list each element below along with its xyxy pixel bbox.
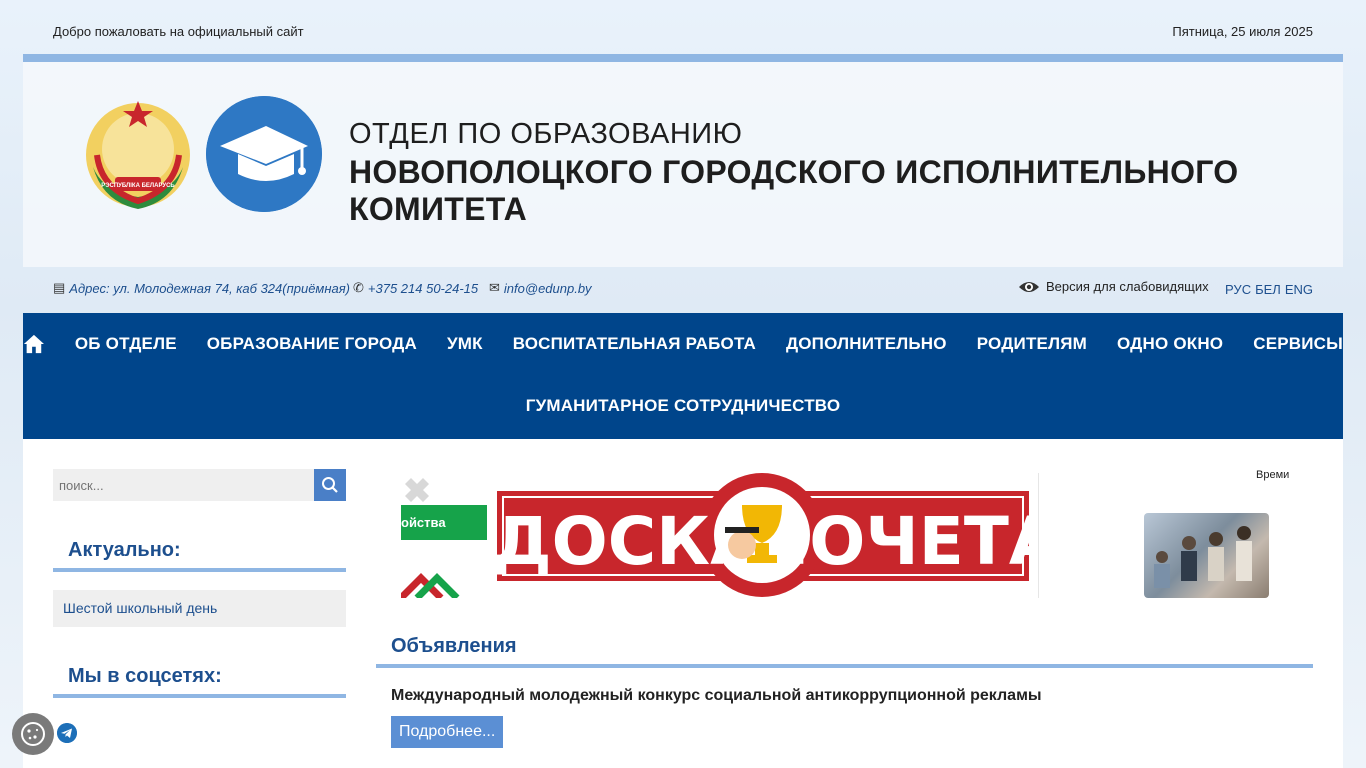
language-switcher: РУС БЕЛ ENG [1225,282,1313,297]
top-bar: Добро пожаловать на официальный сайт Пят… [53,24,1313,42]
emblem-text: РЭСПУБЛІКА БЕЛАРУСЬ [101,183,175,189]
visually-impaired-label[interactable]: Версия для слабовидящих [1046,279,1209,294]
announcement-title[interactable]: Международный молодежный конкурс социаль… [391,687,1042,705]
envelope-icon: ✉ [489,280,500,295]
nav-one-window[interactable]: ОДНО ОКНО [1117,334,1223,354]
phone-icon: ✆ [353,280,364,295]
students-photo-image [1154,526,1252,588]
main-nav: ОБ ОТДЕЛЕ ОБРАЗОВАНИЕ ГОРОДА УМК ВОСПИТА… [23,313,1343,439]
banner-slider: ойства ДОСКА ПОЧЕТА Времи [401,469,1311,598]
visually-impaired-link[interactable]: Версия для слабовидящих [1018,279,1209,294]
nav-row-1: ОБ ОТДЕЛЕ ОБРАЗОВАНИЕ ГОРОДА УМК ВОСПИТА… [23,333,1343,355]
doska-left-text: ДОСКА [497,503,761,580]
home-icon[interactable] [23,333,45,355]
current-date: Пятница, 25 июля 2025 [1172,24,1313,39]
nav-city-education[interactable]: ОБРАЗОВАНИЕ ГОРОДА [207,334,417,354]
address-item: ▤ Адрес: ул. Молодежная 74, каб 324(приё… [53,280,350,296]
search-icon [322,477,338,493]
chevron-ornament-icon [401,573,460,598]
site-header: РЭСПУБЛІКА БЕЛАРУСЬ ОТДЕЛ ПО ОБРАЗОВАНИЮ… [23,62,1343,267]
phone-text[interactable]: +375 214 50-24-15 [368,281,478,296]
eye-icon [1019,281,1039,292]
welcome-text: Добро пожаловать на официальный сайт [53,24,304,39]
phone-item[interactable]: ✆ +375 214 50-24-15 [353,280,478,296]
cookie-settings-button[interactable] [12,713,54,755]
nav-row-2: ГУМАНИТАРНОЕ СОТРУДНИЧЕСТВО [23,396,1343,416]
belarus-emblem-icon[interactable]: РЭСПУБЛІКА БЕЛАРУСЬ [83,97,193,213]
main-content: Актуально: Шестой школьный день Мы в соц… [23,439,1343,768]
announcements-heading: Объявления [376,635,1313,668]
actual-link[interactable]: Шестой школьный день [53,590,346,627]
students-photo[interactable] [1144,513,1269,598]
nav-additional[interactable]: ДОПОЛНИТЕЛЬНО [786,334,947,354]
nav-services[interactable]: СЕРВИСЫ [1253,334,1343,354]
lang-eng[interactable]: ENG [1285,282,1313,297]
banner-divider [1038,473,1039,598]
nav-umk[interactable]: УМК [447,334,483,354]
search-input[interactable] [53,469,314,501]
search-button[interactable] [314,469,346,501]
doska-pocheta-banner[interactable]: ДОСКА ПОЧЕТА [497,473,1037,598]
nav-about[interactable]: ОБ ОТДЕЛЕ [75,334,177,354]
doska-right-text: ПОЧЕТА [754,503,1037,580]
social-heading: Мы в соцсетях: [53,665,346,698]
building-icon: ▤ [53,280,66,295]
graduation-cap-icon[interactable] [206,96,322,212]
address-text: Адрес: ул. Молодежная 74, каб 324(приёмн… [69,280,350,296]
read-more-button[interactable]: Подробнее... [391,716,504,748]
email-item[interactable]: ✉ info@edunp.by [489,280,592,296]
telegram-icon[interactable] [57,723,77,743]
green-banner-text: ойства [401,515,446,530]
actual-heading: Актуально: [53,539,346,572]
site-title-line2: НОВОПОЛОЦКОГО ГОРОДСКОГО ИСПОЛНИТЕЛЬНОГО… [349,154,1239,227]
cookie-icon [21,722,45,746]
contacts-bar: ▤ Адрес: ул. Молодежная 74, каб 324(приё… [53,279,1313,300]
site-title-line1: ОТДЕЛ ПО ОБРАЗОВАНИЮ [349,118,743,150]
nav-parents[interactable]: РОДИТЕЛЯМ [977,334,1087,354]
nav-upbringing[interactable]: ВОСПИТАТЕЛЬНАЯ РАБОТА [513,334,756,354]
email-text[interactable]: info@edunp.by [504,281,592,296]
banner-time-label: Времи [1256,469,1290,481]
lang-rus[interactable]: РУС [1225,282,1251,297]
green-banner[interactable]: ойства [401,505,487,540]
nav-humanitarian[interactable]: ГУМАНИТАРНОЕ СОТРУДНИЧЕСТВО [526,396,841,416]
search-form [53,469,346,501]
lang-bel[interactable]: БЕЛ [1255,282,1281,297]
header-accent-strip [23,54,1343,62]
ornament-icon [405,478,429,502]
